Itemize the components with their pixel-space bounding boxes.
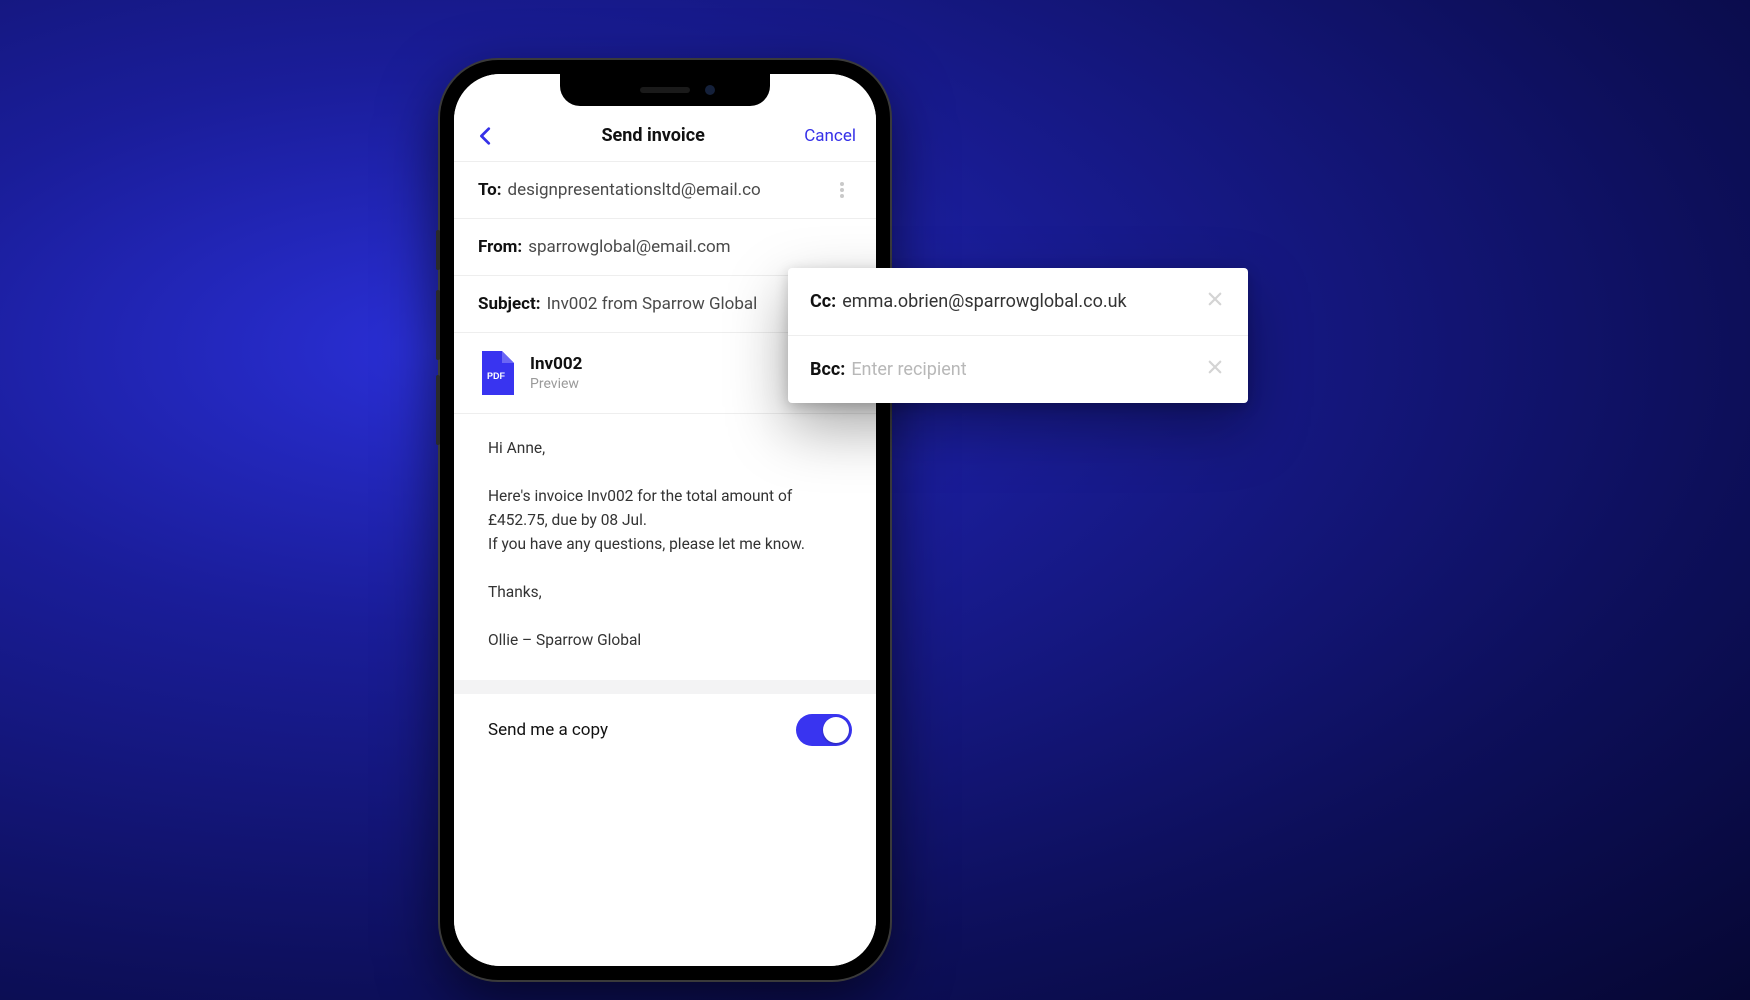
more-recipients-button[interactable] <box>832 180 852 200</box>
attachment-name: Inv002 <box>530 354 582 374</box>
phone-frame: Send invoice Cancel To: designpresentati… <box>440 60 890 980</box>
cancel-button[interactable]: Cancel <box>804 126 856 146</box>
pdf-file-icon: PDF <box>478 351 514 395</box>
back-button[interactable] <box>470 125 502 147</box>
to-label: To: <box>478 180 501 200</box>
from-value: sparrowglobal@email.com <box>528 237 852 257</box>
from-label: From: <box>478 237 522 257</box>
email-body[interactable]: Hi Anne, Here's invoice Inv002 for the t… <box>454 414 876 694</box>
send-copy-label: Send me a copy <box>488 720 608 740</box>
bcc-label: Bcc: <box>810 359 845 380</box>
phone-screen: Send invoice Cancel To: designpresentati… <box>454 74 876 966</box>
cc-bcc-popover: Cc: emma.obrien@sparrowglobal.co.uk Bcc:… <box>788 268 1248 403</box>
send-invoice-screen: Send invoice Cancel To: designpresentati… <box>454 74 876 966</box>
subject-label: Subject: <box>478 294 541 314</box>
cc-label: Cc: <box>810 291 836 312</box>
cc-clear-button[interactable] <box>1204 290 1226 313</box>
attachment-meta: Inv002 Preview <box>530 354 582 392</box>
phone-notch <box>560 74 770 106</box>
stage: Send invoice Cancel To: designpresentati… <box>0 0 1750 1000</box>
attachment-preview-link[interactable]: Preview <box>530 376 582 392</box>
to-value: designpresentationsltd@email.co <box>507 180 832 200</box>
send-copy-row: Send me a copy <box>454 694 876 772</box>
bcc-placeholder[interactable]: Enter recipient <box>851 359 1204 380</box>
bcc-clear-button[interactable] <box>1204 358 1226 381</box>
svg-text:PDF: PDF <box>487 371 506 381</box>
cc-value: emma.obrien@sparrowglobal.co.uk <box>842 291 1204 312</box>
send-copy-toggle[interactable] <box>796 714 852 746</box>
page-title: Send invoice <box>601 125 704 146</box>
dots-vertical-icon <box>840 182 844 186</box>
to-row[interactable]: To: designpresentationsltd@email.co <box>454 162 876 219</box>
cc-row[interactable]: Cc: emma.obrien@sparrowglobal.co.uk <box>788 268 1248 335</box>
bcc-row[interactable]: Bcc: Enter recipient <box>788 335 1248 403</box>
close-icon <box>1206 290 1224 308</box>
close-icon <box>1206 358 1224 376</box>
chevron-left-icon <box>475 125 497 147</box>
